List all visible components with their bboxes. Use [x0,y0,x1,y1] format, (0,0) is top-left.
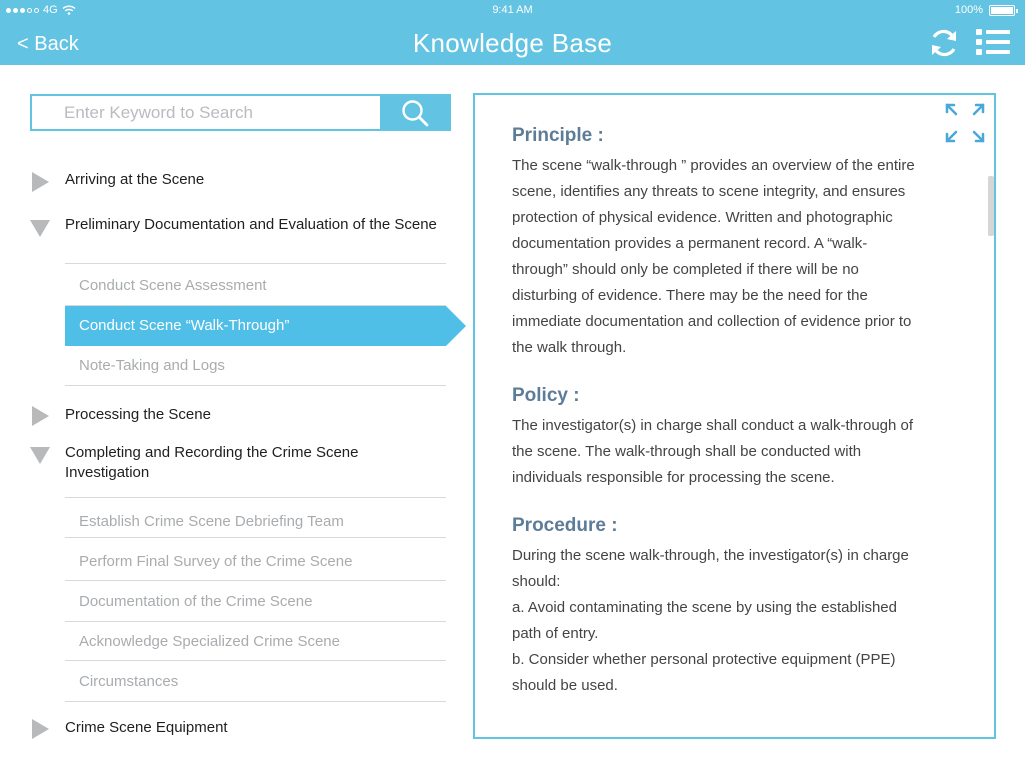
content-panel: Principle : The scene “walk-through ” pr… [473,93,996,739]
principle-text: The scene “walk-through ” provides an ov… [512,157,915,356]
principle-heading: Principle : [512,125,604,146]
procedure-text: During the scene walk-through, the inves… [512,547,909,694]
list-item-label: Perform Final Survey of the Crime Scene [79,553,353,570]
search-button[interactable] [380,96,449,129]
procedure-heading: Procedure : [512,515,618,536]
triangle-right-icon [32,172,49,192]
policy-text: The investigator(s) in charge shall cond… [512,417,914,486]
search-bar [30,94,451,131]
list-item-active[interactable]: Conduct Scene “Walk-Through” [65,306,466,346]
principle-section: Principle : The scene “walk-through ” pr… [512,125,962,361]
section-label: Completing and Recording the Crime Scene… [65,444,359,481]
status-bar: 4G 9:41 AM 100% [0,0,1025,20]
list-item[interactable]: Note-Taking and Logs [65,346,446,386]
list-item[interactable]: Documentation of the Crime Scene [65,582,446,622]
section-label: Arriving at the Scene [65,171,205,188]
divider [65,537,446,538]
section-label: Preliminary Documentation and Evaluation… [65,216,437,233]
clock: 9:41 AM [492,4,533,16]
divider [65,497,446,498]
section-label: Processing the Scene [65,406,211,423]
divider [65,385,446,386]
list-item[interactable]: Circumstances [65,662,446,702]
divider [65,263,446,264]
battery-indicator: 100% [954,4,1018,16]
list-menu-icon[interactable] [975,27,1011,57]
navigation-bar: 4G 9:41 AM 100% < Back Knowledge Base [0,0,1025,65]
list-item-label: Acknowledge Specialized Crime Scene [79,633,340,650]
triangle-down-icon [30,447,50,464]
list-item[interactable]: Conduct Scene Assessment [65,266,446,306]
list-item-label: Conduct Scene Assessment [79,277,267,294]
list-item[interactable]: Acknowledge Specialized Crime Scene [65,622,446,662]
search-input[interactable] [32,96,380,129]
triangle-down-icon [30,220,50,237]
list-item-label: Documentation of the Crime Scene [79,593,313,610]
search-icon [401,99,428,126]
list-item-label: Conduct Scene “Walk-Through” [79,317,290,334]
list-item-label: Establish Crime Scene Debriefing Team [79,513,344,530]
divider [65,580,446,581]
battery-icon [989,4,1018,16]
battery-label: 100% [954,4,983,16]
triangle-right-icon [32,406,49,426]
policy-section: Policy : The investigator(s) in charge s… [512,385,962,491]
list-item-label: Circumstances [79,673,179,690]
procedure-section: Procedure : During the scene walk-throug… [512,515,962,699]
divider [65,660,446,661]
triangle-right-icon [32,719,49,739]
divider [65,701,446,702]
section-label: Crime Scene Equipment [65,719,228,736]
scrollbar[interactable] [988,176,994,236]
page-title: Knowledge Base [412,28,613,58]
list-item[interactable]: Establish Crime Scene Debriefing Team [65,502,446,542]
refresh-icon[interactable] [927,26,961,60]
list-item[interactable]: Perform Final Survey of the Crime Scene [65,542,446,582]
policy-heading: Policy : [512,385,580,406]
list-item-label: Note-Taking and Logs [79,357,225,374]
